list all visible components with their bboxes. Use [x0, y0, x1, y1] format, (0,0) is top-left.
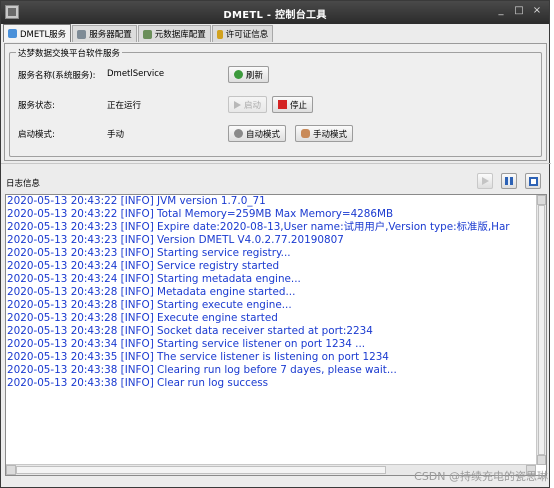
tab-server-config[interactable]: 服务器配置: [72, 25, 137, 42]
start-button[interactable]: 启动: [228, 96, 268, 113]
window-title: DMETL - 控制台工具: [223, 10, 327, 21]
scroll-down-button[interactable]: [537, 455, 546, 465]
tab-metadata-config[interactable]: 元数据库配置: [137, 25, 211, 42]
stop-icon: [278, 100, 287, 109]
service-group: 达梦数据交换平台软件服务 服务名称(系统服务): DmetlService 刷新…: [9, 47, 542, 157]
service-panel: 达梦数据交换平台软件服务 服务名称(系统服务): DmetlService 刷新…: [4, 43, 547, 161]
close-button[interactable]: ×: [531, 5, 543, 16]
manual-mode-button[interactable]: 手动模式: [295, 125, 354, 142]
pause-icon: [505, 177, 513, 185]
log-line: 2020-05-13 20:43:38 [INFO] Clear run log…: [7, 377, 269, 389]
log-pause-button[interactable]: [501, 173, 517, 189]
tab-bar: DMETL服务 服务器配置 元数据库配置 许可证信息: [3, 24, 274, 43]
link-icon: [8, 29, 17, 38]
log-line: 2020-05-13 20:43:38 [INFO] Clearing run …: [7, 364, 397, 376]
play-icon: [481, 177, 489, 185]
maximize-button[interactable]: □: [513, 5, 525, 16]
hand-icon: [301, 129, 310, 138]
service-status-value: 正在运行: [107, 101, 142, 111]
watermark: CSDN @持续充电的瓷思琳: [414, 470, 548, 483]
log-line: 2020-05-13 20:43:22 [INFO] JVM version 1…: [7, 195, 266, 207]
edit-icon: [528, 176, 538, 186]
database-icon: [142, 29, 152, 39]
log-line: 2020-05-13 20:43:22 [INFO] Total Memory=…: [7, 208, 394, 220]
play-icon: [234, 100, 241, 109]
gear-icon: [234, 129, 243, 138]
tab-label: DMETL服务: [20, 29, 67, 40]
log-line: 2020-05-13 20:43:24 [INFO] Starting meta…: [7, 273, 301, 285]
log-line: 2020-05-13 20:43:28 [INFO] Metadata engi…: [7, 286, 296, 298]
log-text: 2020-05-13 20:43:22 [INFO] JVM version 1…: [7, 195, 535, 463]
service-name-label: 服务名称(系统服务):: [18, 71, 96, 81]
horizontal-scroll-thumb[interactable]: [16, 466, 386, 474]
log-area[interactable]: 2020-05-13 20:43:22 [INFO] JVM version 1…: [5, 194, 547, 476]
log-line: 2020-05-13 20:43:23 [INFO] Version DMETL…: [7, 234, 344, 246]
server-icon: [77, 29, 87, 39]
service-group-legend: 达梦数据交换平台软件服务: [16, 47, 123, 59]
log-line: 2020-05-13 20:43:23 [INFO] Expire date:2…: [7, 221, 510, 233]
tab-dmetl-service[interactable]: DMETL服务: [3, 24, 72, 42]
tab-label: 许可证信息: [225, 30, 269, 40]
startup-mode-value: 手动: [107, 130, 125, 140]
startup-mode-label: 启动模式:: [18, 130, 55, 140]
refresh-icon: [234, 70, 243, 79]
tab-label: 元数据库配置: [154, 30, 206, 40]
minimize-button[interactable]: _: [495, 5, 507, 16]
auto-mode-button[interactable]: 自动模式: [228, 125, 287, 142]
tab-label: 服务器配置: [89, 30, 132, 40]
tab-license-info[interactable]: 许可证信息: [211, 25, 274, 42]
panel-splitter[interactable]: [1, 163, 551, 169]
key-icon: [216, 29, 223, 39]
scroll-left-button[interactable]: [6, 465, 16, 475]
log-line: 2020-05-13 20:43:28 [INFO] Execute engin…: [7, 312, 278, 324]
title-bar: DMETL - 控制台工具 _ □ ×: [1, 1, 549, 24]
log-line: 2020-05-13 20:43:23 [INFO] Starting serv…: [7, 247, 291, 259]
log-play-button[interactable]: [477, 173, 493, 189]
stop-button[interactable]: 停止: [272, 96, 314, 113]
service-name-value: DmetlService: [107, 69, 165, 79]
service-status-label: 服务状态:: [18, 101, 55, 111]
app-window: DMETL - 控制台工具 _ □ × DMETL服务 服务器配置 元数据库配置…: [0, 0, 551, 488]
log-line: 2020-05-13 20:43:28 [INFO] Starting exec…: [7, 299, 292, 311]
refresh-button[interactable]: 刷新: [228, 66, 270, 83]
vertical-scrollbar[interactable]: [536, 195, 546, 465]
log-line: 2020-05-13 20:43:28 [INFO] Socket data r…: [7, 325, 373, 337]
log-edit-button[interactable]: [525, 173, 541, 189]
log-line: 2020-05-13 20:43:35 [INFO] The service l…: [7, 351, 389, 363]
vertical-scroll-thumb[interactable]: [538, 205, 545, 455]
log-title: 日志信息: [6, 179, 41, 189]
log-line: 2020-05-13 20:43:34 [INFO] Starting serv…: [7, 338, 366, 350]
log-line: 2020-05-13 20:43:24 [INFO] Service regis…: [7, 260, 280, 272]
scroll-up-button[interactable]: [537, 195, 546, 205]
